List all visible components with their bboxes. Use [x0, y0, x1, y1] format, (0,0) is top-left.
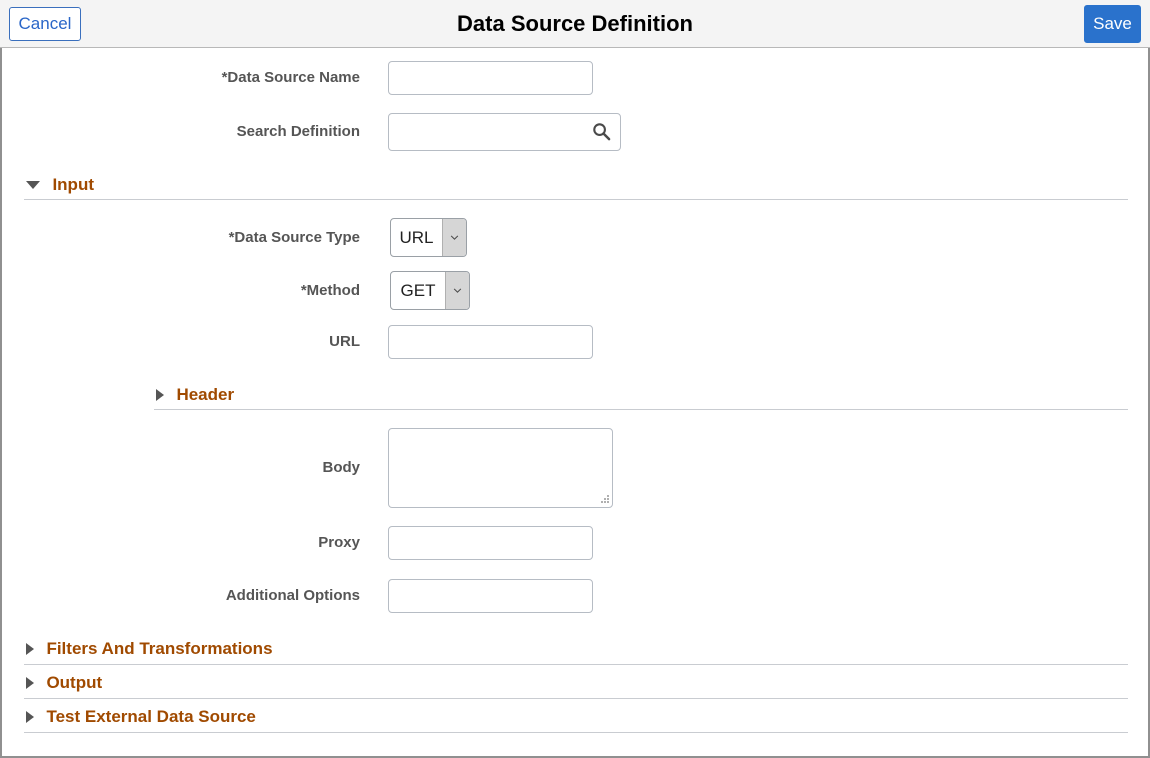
field-row-method: *Method GET: [2, 271, 1148, 310]
section-header-label[interactable]: Header: [176, 380, 234, 410]
search-definition-input[interactable]: [388, 113, 621, 151]
section-output-label[interactable]: Output: [46, 668, 102, 698]
field-row-data-source-type: *Data Source Type URL: [2, 218, 1148, 257]
page-header-bar: Cancel Data Source Definition Save: [0, 0, 1150, 48]
triangle-right-icon[interactable]: [26, 711, 34, 723]
method-value: GET: [391, 272, 445, 309]
url-input[interactable]: [388, 325, 593, 359]
section-test-external-data-source[interactable]: Test External Data Source: [26, 702, 256, 735]
field-row-body: Body: [2, 428, 1148, 508]
section-divider-filters: [24, 664, 1128, 665]
triangle-down-icon[interactable]: [26, 181, 40, 189]
proxy-input[interactable]: [388, 526, 593, 560]
additional-options-input[interactable]: [388, 579, 593, 613]
search-definition-label: Search Definition: [2, 113, 374, 151]
data-source-type-label: *Data Source Type: [2, 218, 374, 257]
triangle-right-icon[interactable]: [156, 389, 164, 401]
method-label: *Method: [2, 271, 374, 310]
section-filters-and-transformations-label[interactable]: Filters And Transformations: [46, 634, 272, 664]
form-content-area: *Data Source Name Search Definition Inpu…: [0, 48, 1150, 758]
data-source-type-select[interactable]: URL: [390, 218, 467, 257]
body-textarea[interactable]: [388, 428, 613, 508]
field-row-search-definition: Search Definition: [2, 113, 1148, 151]
section-divider-header: [154, 409, 1128, 410]
additional-options-label: Additional Options: [2, 579, 374, 613]
search-definition-field-wrapper: [388, 113, 621, 151]
field-row-proxy: Proxy: [2, 526, 1148, 560]
section-input-label[interactable]: Input: [52, 170, 94, 200]
section-divider-test-external: [24, 732, 1128, 733]
section-output[interactable]: Output: [26, 668, 102, 701]
field-row-url: URL: [2, 325, 1148, 359]
data-source-type-value: URL: [391, 219, 442, 256]
field-row-additional-options: Additional Options: [2, 579, 1148, 613]
data-source-name-label: *Data Source Name: [2, 61, 374, 95]
page-title: Data Source Definition: [0, 0, 1150, 48]
data-source-definition-page: Cancel Data Source Definition Save *Data…: [0, 0, 1150, 758]
section-divider-output: [24, 698, 1128, 699]
data-source-type-dropdown-button[interactable]: [442, 219, 466, 256]
proxy-label: Proxy: [2, 526, 374, 560]
section-divider-input: [24, 199, 1128, 200]
method-select[interactable]: GET: [390, 271, 470, 310]
chevron-down-icon: [450, 233, 459, 242]
section-test-external-data-source-label[interactable]: Test External Data Source: [46, 702, 255, 732]
save-button[interactable]: Save: [1084, 5, 1141, 43]
method-dropdown-button[interactable]: [445, 272, 469, 309]
body-label: Body: [2, 428, 374, 508]
data-source-name-input[interactable]: [388, 61, 593, 95]
field-row-data-source-name: *Data Source Name: [2, 61, 1148, 95]
triangle-right-icon[interactable]: [26, 643, 34, 655]
section-filters-and-transformations[interactable]: Filters And Transformations: [26, 634, 273, 667]
triangle-right-icon[interactable]: [26, 677, 34, 689]
chevron-down-icon: [453, 286, 462, 295]
url-label: URL: [2, 325, 374, 359]
